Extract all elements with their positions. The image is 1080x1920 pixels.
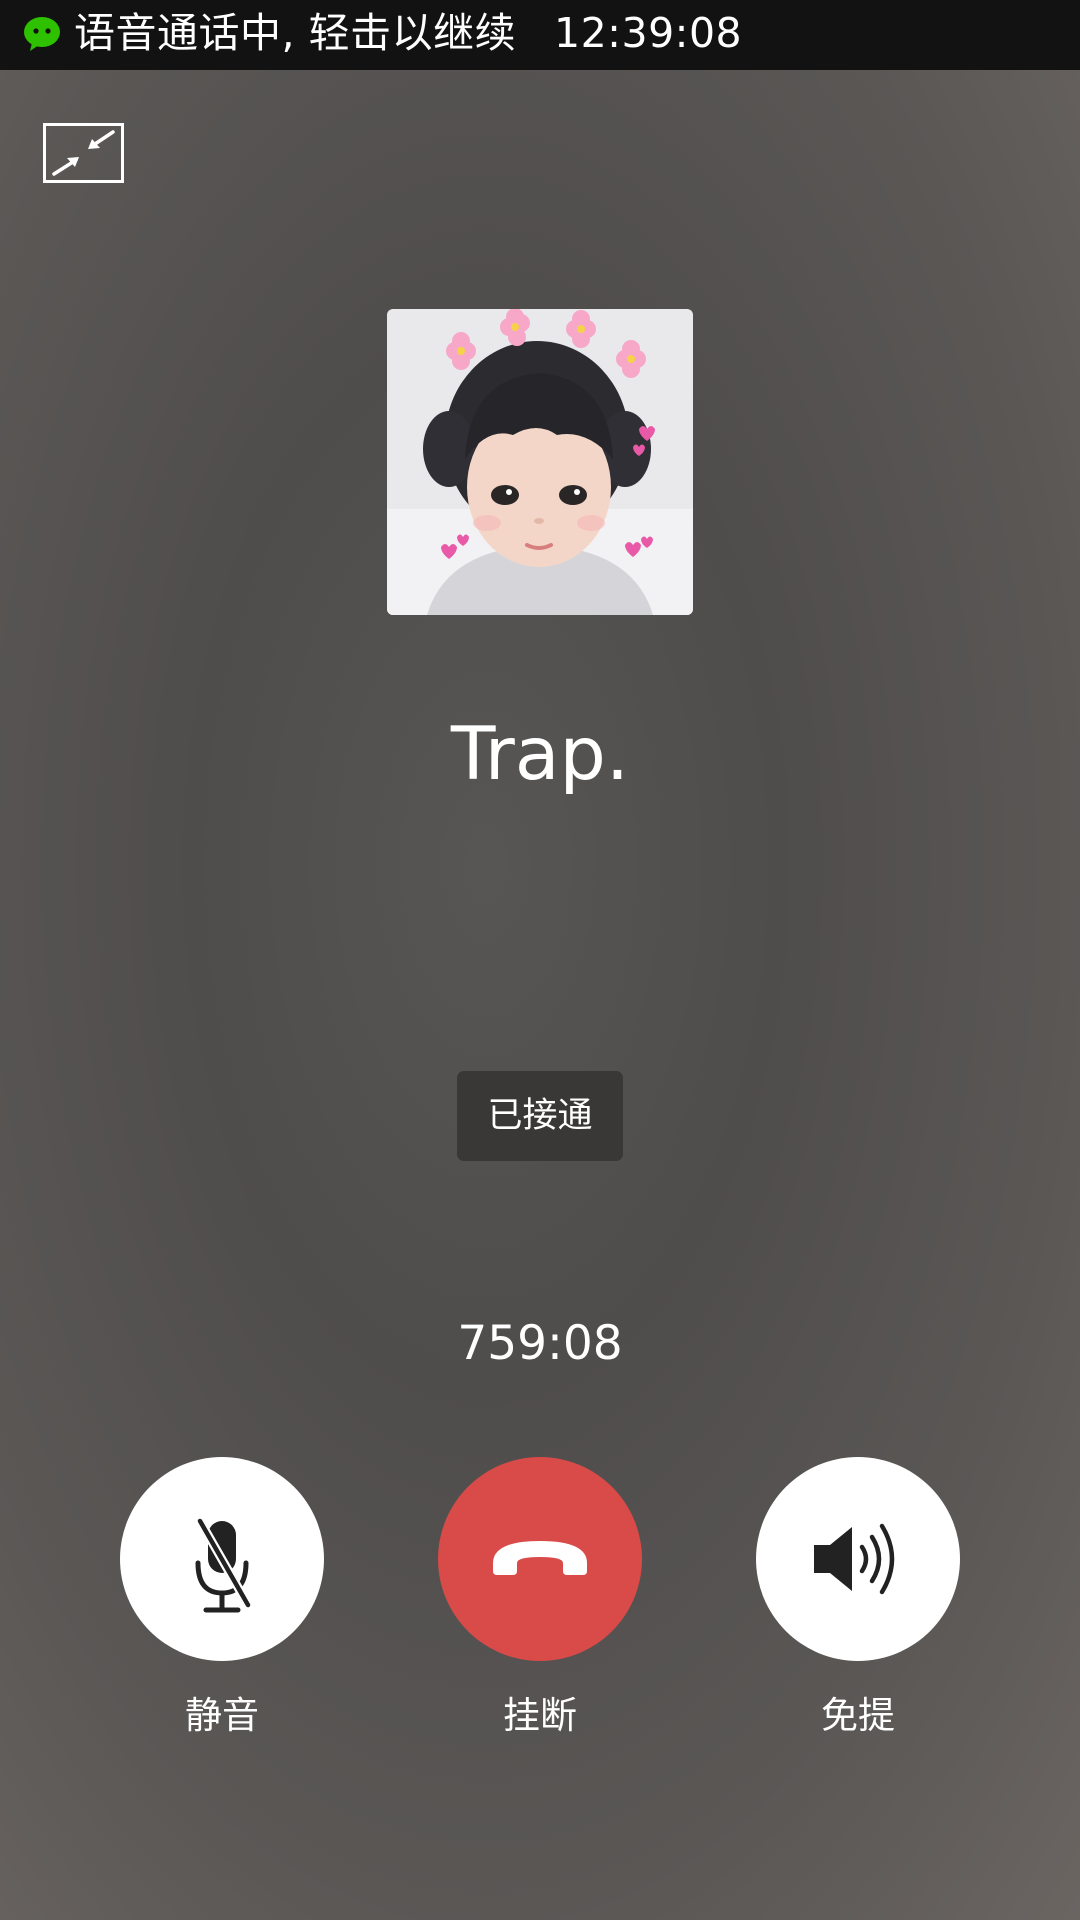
status-bar[interactable]: 语音通话中, 轻击以继续 12:39:08 [0,0,1080,70]
mute-button[interactable] [120,1457,324,1661]
minimize-button[interactable] [43,123,124,183]
speaker-icon [814,1523,895,1595]
status-time: 12:39:08 [554,9,743,57]
mic-off-icon [195,1518,252,1613]
hangup-button[interactable] [438,1457,642,1661]
minimize-icon [52,130,115,176]
call-duration: 759:08 [457,1316,623,1371]
wechat-icon [24,17,60,51]
avatar-image [387,309,693,615]
call-status-badge: 已接通 [457,1071,623,1161]
hangup-label: 挂断 [503,1694,577,1737]
caller-name: Trap. [450,712,630,797]
mute-label: 静音 [185,1694,259,1737]
phone-hangup-icon [493,1541,587,1575]
speaker-button[interactable] [756,1457,960,1661]
speaker-label: 免提 [821,1694,895,1737]
avatar [387,309,693,615]
notification-text: 语音通话中, 轻击以继续 [74,9,517,57]
